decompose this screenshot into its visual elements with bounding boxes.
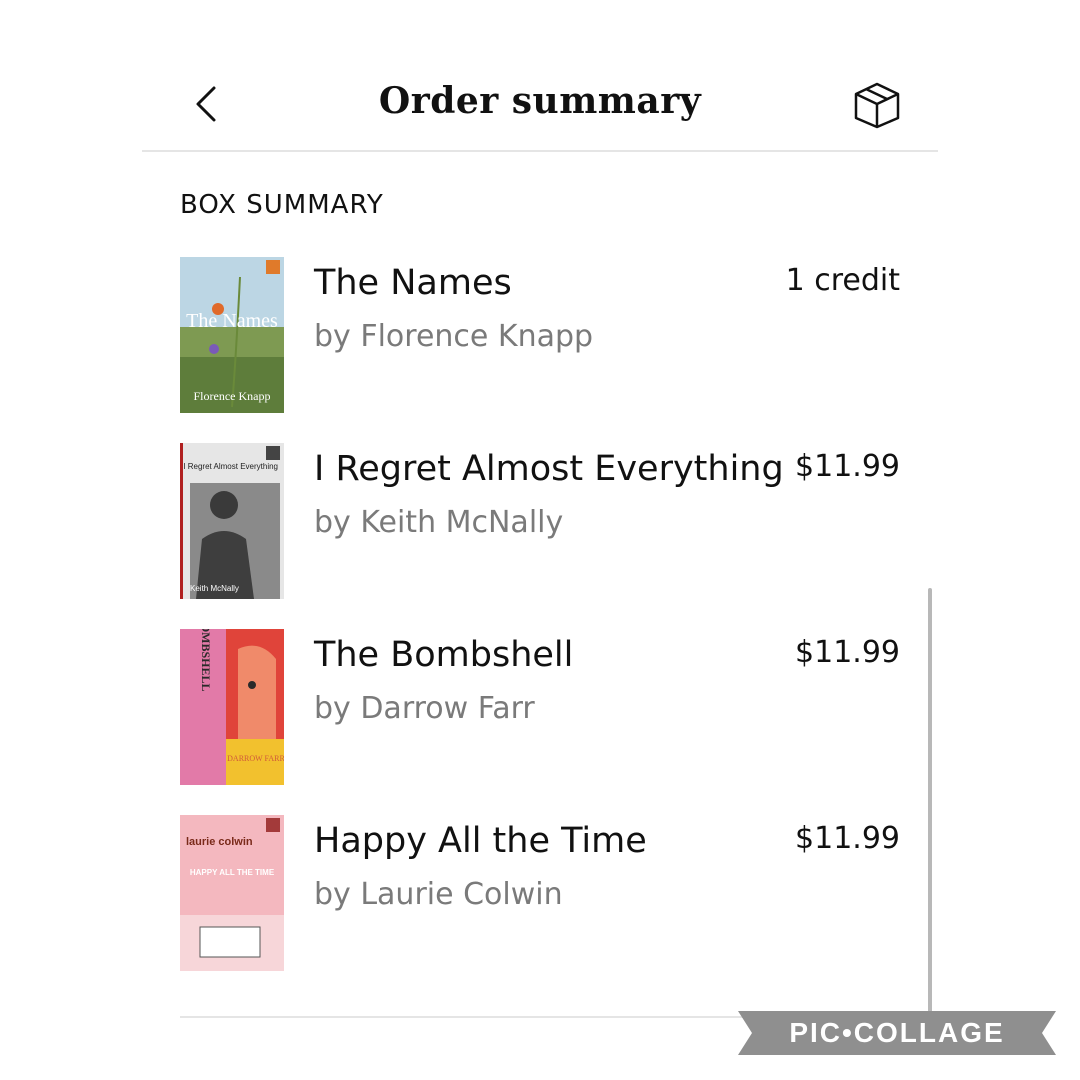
book-cover: I Regret Almost Everything Keith McNally: [180, 443, 284, 599]
page-title: Order summary: [378, 80, 702, 122]
book-cover: laurie colwin HAPPY ALL THE TIME: [180, 815, 284, 971]
cover-title: HAPPY ALL THE TIME: [190, 868, 275, 877]
box-icon: [854, 82, 900, 129]
list-item[interactable]: laurie colwin HAPPY ALL THE TIME Happy A…: [180, 815, 900, 971]
book-title: The Bombshell: [314, 635, 574, 675]
watermark-logo: PIC•COLLAGE: [738, 1011, 1056, 1055]
book-title: Happy All the Time: [314, 821, 647, 861]
book-author: by Laurie Colwin: [314, 877, 563, 912]
book-title: I Regret Almost Everything: [314, 449, 784, 489]
book-cover: The Names Florence Knapp: [180, 257, 284, 413]
book-cover: THE BOMBSHELL DARROW FARR: [180, 629, 284, 785]
book-price: 1 credit: [785, 263, 900, 298]
list-item[interactable]: The Names Florence Knapp The Names by Fl…: [180, 257, 900, 413]
cover-title: The Names: [186, 310, 278, 332]
list-item[interactable]: THE BOMBSHELL DARROW FARR The Bombshell …: [180, 629, 900, 785]
book-price: $11.99: [795, 821, 900, 856]
book-author: by Florence Knapp: [314, 319, 594, 354]
list-item[interactable]: I Regret Almost Everything Keith McNally…: [180, 443, 900, 599]
book-author: by Keith McNally: [314, 505, 564, 540]
cover-author: Florence Knapp: [194, 389, 271, 403]
book-price: $11.99: [795, 635, 900, 670]
cover-author: laurie colwin: [186, 836, 253, 848]
watermark-text: PIC•COLLAGE: [789, 1017, 1004, 1048]
header-bar: Order summary: [142, 60, 938, 152]
cover-title: THE BOMBSHELL: [199, 629, 213, 692]
book-author: by Darrow Farr: [314, 691, 535, 726]
box-button[interactable]: [852, 80, 902, 130]
book-price: $11.99: [795, 449, 900, 484]
cover-title: I Regret Almost Everything: [183, 462, 278, 471]
section-label: BOX SUMMARY: [180, 190, 384, 220]
cover-author: DARROW FARR: [227, 754, 284, 763]
cover-author: Keith McNally: [190, 584, 239, 593]
book-title: The Names: [314, 263, 512, 303]
scrollbar[interactable]: [928, 588, 932, 1028]
